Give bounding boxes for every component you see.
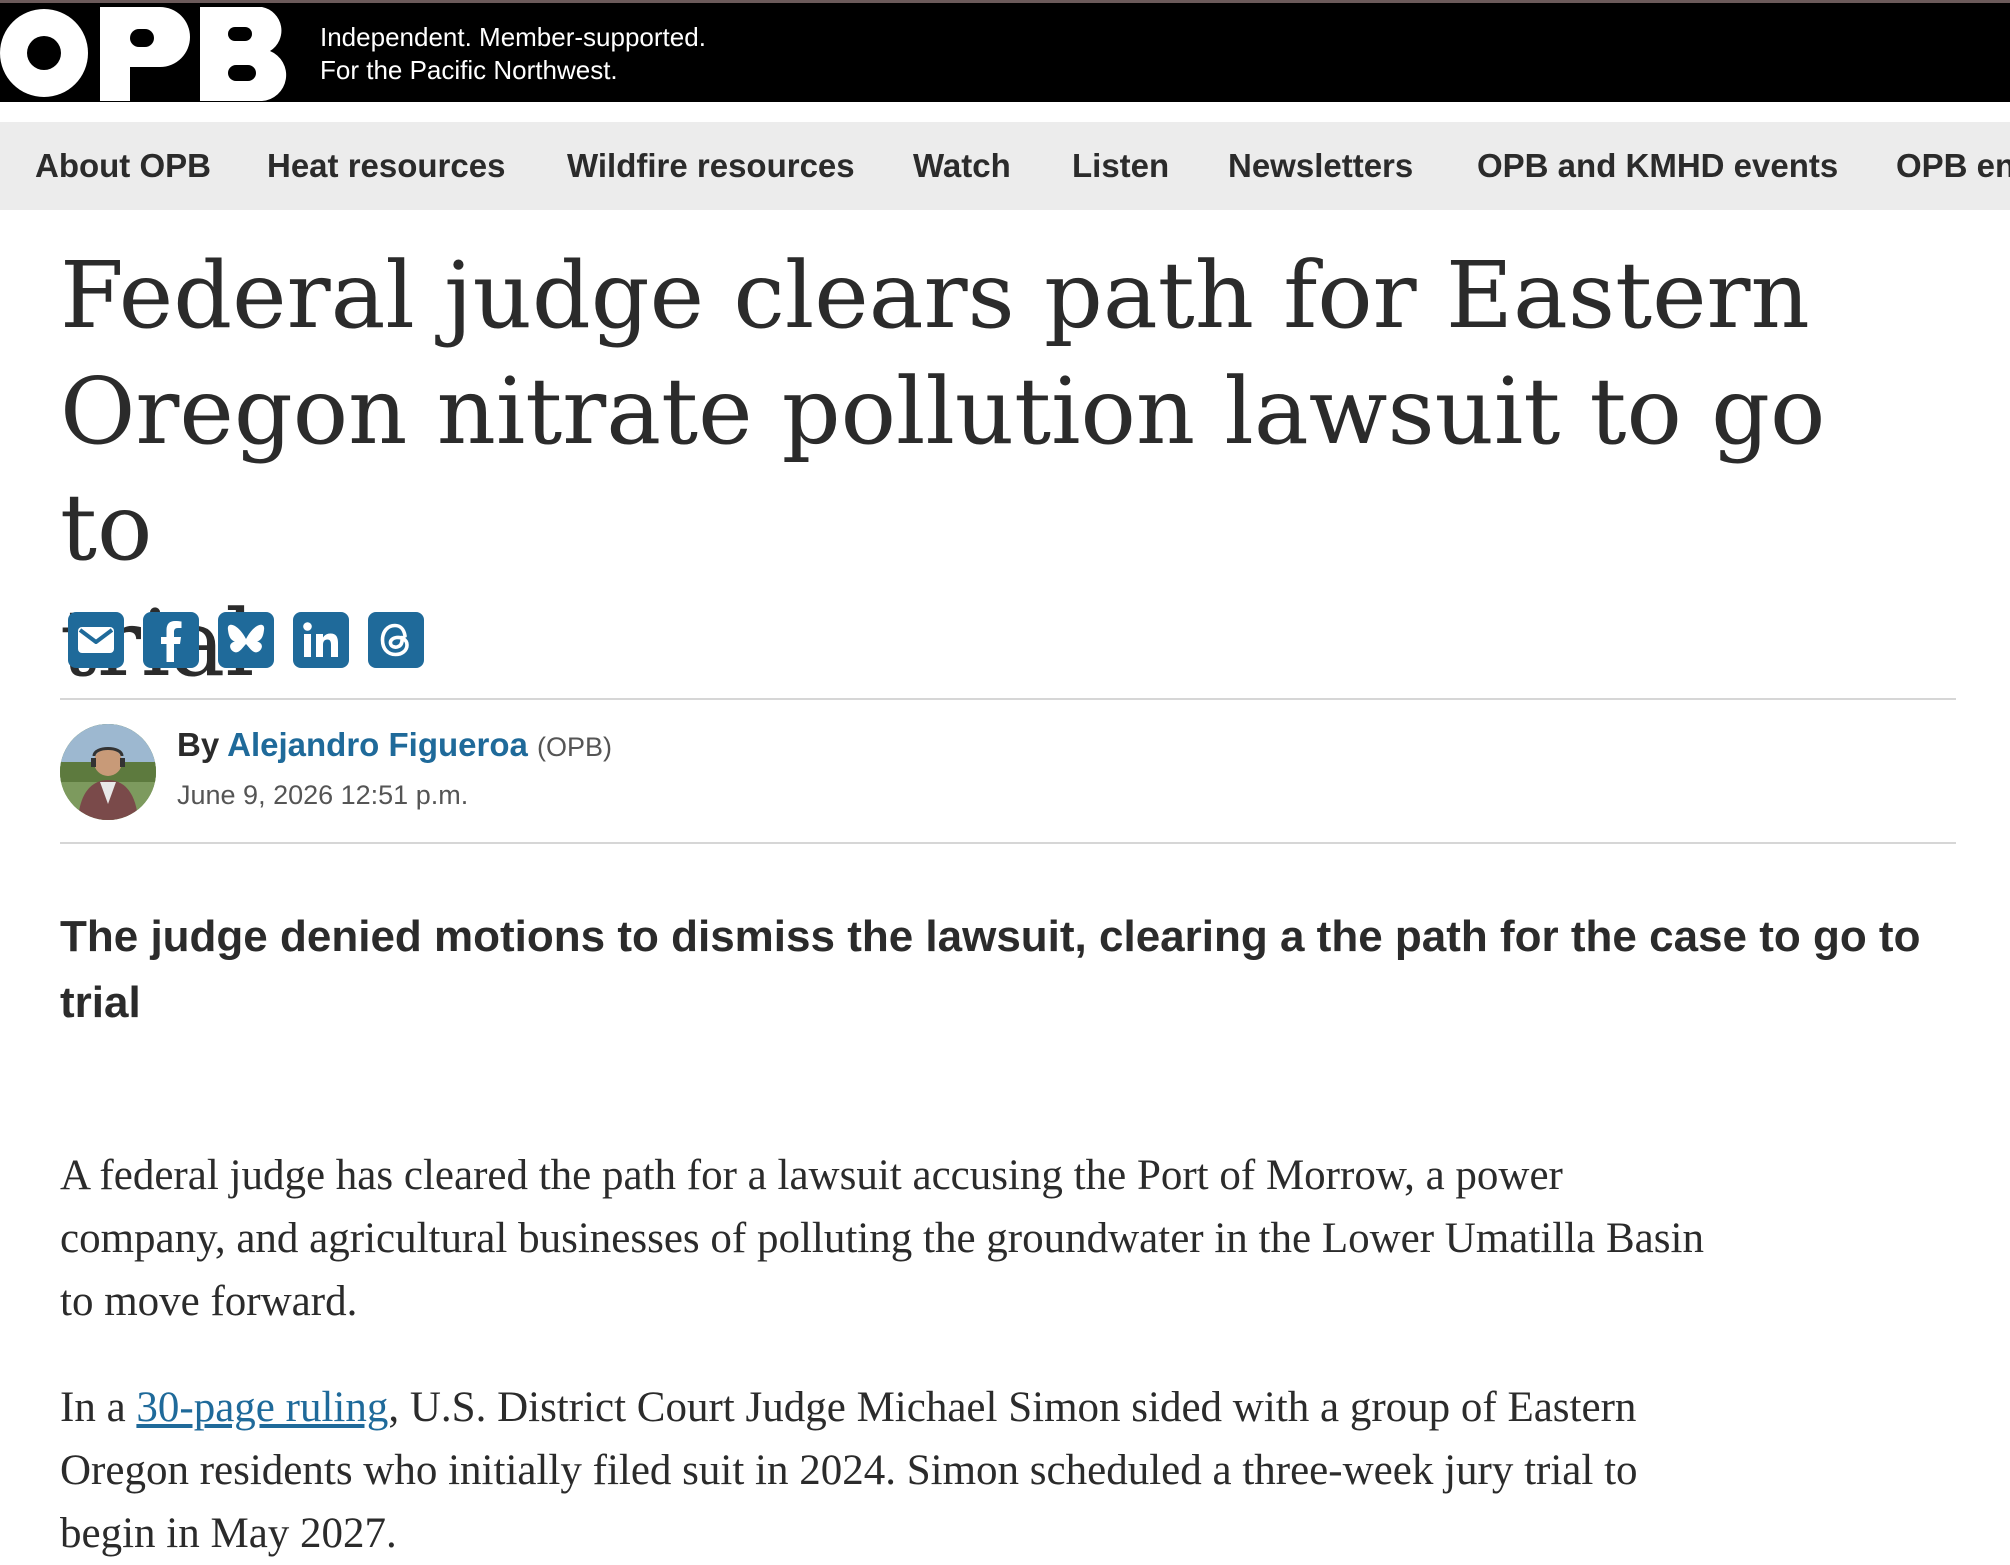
site-tagline: Independent. Member-supported. For the P… [320, 21, 706, 87]
tagline-line-2: For the Pacific Northwest. [320, 55, 618, 85]
author-link[interactable]: Alejandro Figueroa [227, 726, 528, 763]
dek-line-2: trial [60, 978, 141, 1027]
p2-prefix: In a [60, 1384, 137, 1431]
author-avatar[interactable] [60, 724, 156, 820]
nav-item-opb-en[interactable]: OPB en [1896, 122, 2010, 210]
threads-icon[interactable] [368, 612, 424, 668]
headline-line-2: Oregon nitrate pollution lawsuit to go t… [60, 358, 1826, 581]
nav-item-listen[interactable]: Listen [1072, 122, 1169, 210]
p2-line-1-rest: , U.S. District Court Judge Michael Simo… [388, 1384, 1637, 1431]
site-header: Independent. Member-supported. For the P… [0, 0, 2010, 102]
byline-prefix: By [177, 726, 220, 763]
nav-item-wildfire-resources[interactable]: Wildfire resources [567, 122, 855, 210]
facebook-icon[interactable] [143, 612, 199, 668]
bluesky-icon[interactable] [218, 612, 274, 668]
nav-item-newsletters[interactable]: Newsletters [1228, 122, 1413, 210]
main-nav: About OPB Heat resources Wildfire resour… [0, 122, 2010, 210]
opb-logo-mark [0, 7, 287, 101]
opb-logo[interactable] [0, 3, 300, 105]
p1-line-2: company, and agricultural businesses of … [60, 1215, 1704, 1262]
author-org: (OPB) [537, 732, 613, 762]
nav-item-watch[interactable]: Watch [913, 122, 1011, 210]
divider-bottom [60, 842, 1956, 844]
headline-line-1: Federal judge clears path for Eastern [60, 242, 1810, 349]
p2-line-2: Oregon residents who initially filed sui… [60, 1447, 1638, 1494]
nav-item-about-opb[interactable]: About OPB [35, 122, 211, 210]
dek-line-1: The judge denied motions to dismiss the … [60, 912, 1921, 961]
p1-line-3: to move forward. [60, 1278, 358, 1325]
linkedin-icon[interactable] [293, 612, 349, 668]
p2-line-1: In a 30-page ruling, U.S. District Court… [60, 1376, 1960, 1439]
p1-line-1: A federal judge has cleared the path for… [60, 1152, 1563, 1199]
email-icon[interactable] [68, 612, 124, 668]
ruling-link[interactable]: 30-page ruling [136, 1384, 388, 1431]
publish-date: June 9, 2026 12:51 p.m. [177, 780, 469, 810]
tagline-line-1: Independent. Member-supported. [320, 22, 706, 52]
p2-line-3: begin in May 2027. [60, 1510, 397, 1557]
body-paragraph-2: In a 30-page ruling, U.S. District Court… [60, 1376, 1960, 1565]
article-dek: The judge denied motions to dismiss the … [60, 904, 1960, 1036]
byline: By Alejandro Figueroa (OPB) [177, 726, 612, 764]
nav-item-heat-resources[interactable]: Heat resources [267, 122, 505, 210]
divider-top [60, 698, 1956, 700]
author-photo [60, 724, 156, 820]
nav-item-opb-kmhd-events[interactable]: OPB and KMHD events [1477, 122, 1838, 210]
body-paragraph-1: A federal judge has cleared the path for… [60, 1144, 1960, 1333]
